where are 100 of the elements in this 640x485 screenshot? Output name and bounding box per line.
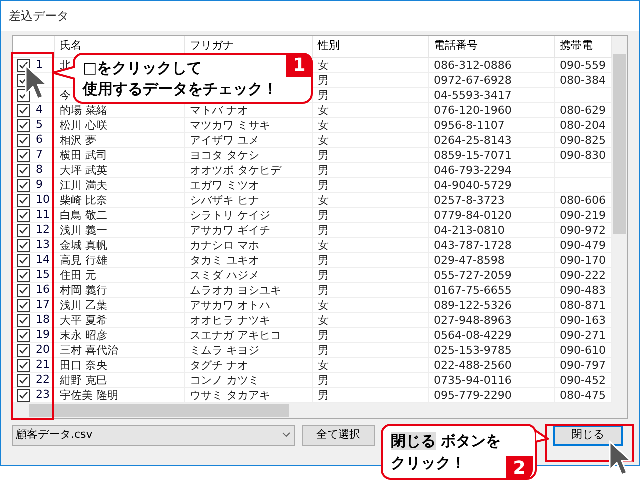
- table-cell: 男: [318, 270, 329, 280]
- row-number: 11: [36, 206, 50, 223]
- window-title: 差込データ: [9, 8, 69, 25]
- row-number: 1: [36, 56, 43, 73]
- checkbox[interactable]: [17, 344, 30, 356]
- row-number: 6: [36, 132, 43, 148]
- table-cell: 0859-15-7071: [434, 150, 512, 160]
- checkmark-icon: [18, 194, 29, 206]
- checkbox[interactable]: [17, 254, 30, 266]
- checkbox[interactable]: [17, 358, 30, 372]
- table-cell: カナシロ マホ: [190, 240, 260, 250]
- checkbox[interactable]: [17, 164, 30, 176]
- checkmark-icon: [18, 330, 29, 340]
- checkbox[interactable]: [17, 268, 30, 282]
- checkmark-icon: [18, 104, 29, 116]
- row-number: 10: [36, 192, 50, 208]
- checkmark-icon: [18, 240, 29, 250]
- table-cell: 022-488-2560: [434, 360, 512, 370]
- checkmark-icon: [18, 224, 29, 236]
- row-number: 4: [36, 102, 43, 118]
- table-cell: 090-825: [560, 134, 606, 146]
- row-number: 22: [36, 372, 50, 388]
- table-cell: エガワ ミツオ: [190, 180, 260, 190]
- close-button[interactable]: 閉じる: [553, 424, 623, 446]
- select-all-button[interactable]: 全て選択: [302, 424, 375, 446]
- table-cell: 田口 奈央: [60, 360, 108, 370]
- checkbox[interactable]: [17, 298, 30, 312]
- table-cell: タグチ ナオ: [190, 360, 248, 370]
- table-cell: 090-479: [560, 240, 606, 250]
- table-cell: 大坪 武英: [60, 164, 108, 176]
- checkbox[interactable]: [17, 194, 30, 206]
- checkmark-icon: [18, 390, 29, 400]
- checkmark-icon: [18, 270, 29, 280]
- checkmark-icon: [18, 210, 29, 220]
- checkbox[interactable]: [17, 118, 30, 132]
- table-cell: 金城 真帆: [60, 240, 108, 250]
- table-cell: 090-163: [560, 314, 606, 326]
- table-cell: 男: [318, 390, 329, 400]
- column-header[interactable]: 氏名: [60, 39, 82, 52]
- table-cell: 横田 武司: [60, 150, 108, 160]
- table-cell: 男: [318, 210, 329, 220]
- table-cell: 090-271: [560, 330, 606, 340]
- chevron-down-icon: [282, 432, 291, 438]
- table-cell: 大平 夏希: [60, 314, 108, 326]
- table-cell: 0167-75-6655: [434, 284, 512, 296]
- table-cell: マトバ ナオ: [190, 104, 248, 116]
- table-cell: 浅川 乙葉: [60, 300, 108, 310]
- step-badge: 1: [286, 53, 313, 77]
- table-cell: ウサミ タカアキ: [190, 390, 270, 400]
- table-cell: 白鳥 敬二: [60, 210, 108, 220]
- table-cell: 055-727-2059: [434, 270, 512, 280]
- checkbox[interactable]: [17, 238, 30, 252]
- column-header[interactable]: 電話番号: [434, 39, 478, 52]
- table-cell: 04-5593-3417: [434, 90, 512, 100]
- callout-text: □をクリックして: [83, 58, 202, 78]
- table-cell: 男: [318, 344, 329, 356]
- table-cell: 080-475: [560, 390, 606, 400]
- table-cell: 080-384: [560, 74, 606, 86]
- checkbox[interactable]: [17, 104, 30, 116]
- checkbox[interactable]: [17, 284, 30, 296]
- file-dropdown[interactable]: 顧客データ.csv: [12, 424, 295, 446]
- table-cell: 男: [318, 74, 329, 86]
- row-number: 7: [36, 146, 43, 163]
- column-header[interactable]: 携帯電: [560, 39, 593, 52]
- table-cell: 男: [318, 164, 329, 176]
- table-cell: 男: [318, 224, 329, 236]
- table-cell: マツカワ ミサキ: [190, 120, 270, 130]
- table-cell: 男: [318, 180, 329, 190]
- checkmark-icon: [18, 164, 29, 176]
- checkbox[interactable]: [17, 314, 30, 326]
- column-header[interactable]: フリガナ: [190, 39, 234, 52]
- checkmark-icon: [18, 180, 29, 190]
- checkbox[interactable]: [17, 148, 30, 162]
- table-cell: シバザキ ヒナ: [190, 194, 260, 206]
- checkbox[interactable]: [17, 374, 30, 386]
- callout-text: 使用するデータをチェック！: [83, 78, 278, 100]
- vertical-scrollbar[interactable]: [612, 36, 627, 403]
- table-cell: 宇佐美 隆明: [60, 390, 118, 400]
- checkbox[interactable]: [17, 388, 30, 402]
- table-cell: 090-559: [560, 60, 606, 70]
- checkbox[interactable]: [17, 328, 30, 342]
- horizontal-scrollbar[interactable]: [13, 403, 627, 418]
- checkbox[interactable]: [17, 134, 30, 146]
- table-cell: 男: [318, 284, 329, 296]
- table-cell: 0257-8-3723: [434, 194, 505, 206]
- row-number: 23: [36, 386, 50, 403]
- checkbox[interactable]: [17, 178, 30, 192]
- table-cell: 0972-67-6928: [434, 74, 512, 86]
- table-cell: 三村 喜代治: [60, 344, 118, 356]
- table-cell: 住田 元: [60, 270, 96, 280]
- row-number: 20: [36, 342, 50, 358]
- checkbox[interactable]: [17, 224, 30, 236]
- table-cell: コンノ カツミ: [190, 374, 260, 386]
- column-header[interactable]: 性別: [318, 39, 340, 52]
- checkbox[interactable]: [17, 208, 30, 222]
- row-number: 12: [36, 222, 50, 238]
- table-cell: 浅川 義一: [60, 224, 108, 236]
- table-cell: 柴崎 比奈: [60, 194, 108, 206]
- table-cell: 080-871: [560, 300, 606, 310]
- table-cell: ミムラ キヨジ: [190, 344, 260, 356]
